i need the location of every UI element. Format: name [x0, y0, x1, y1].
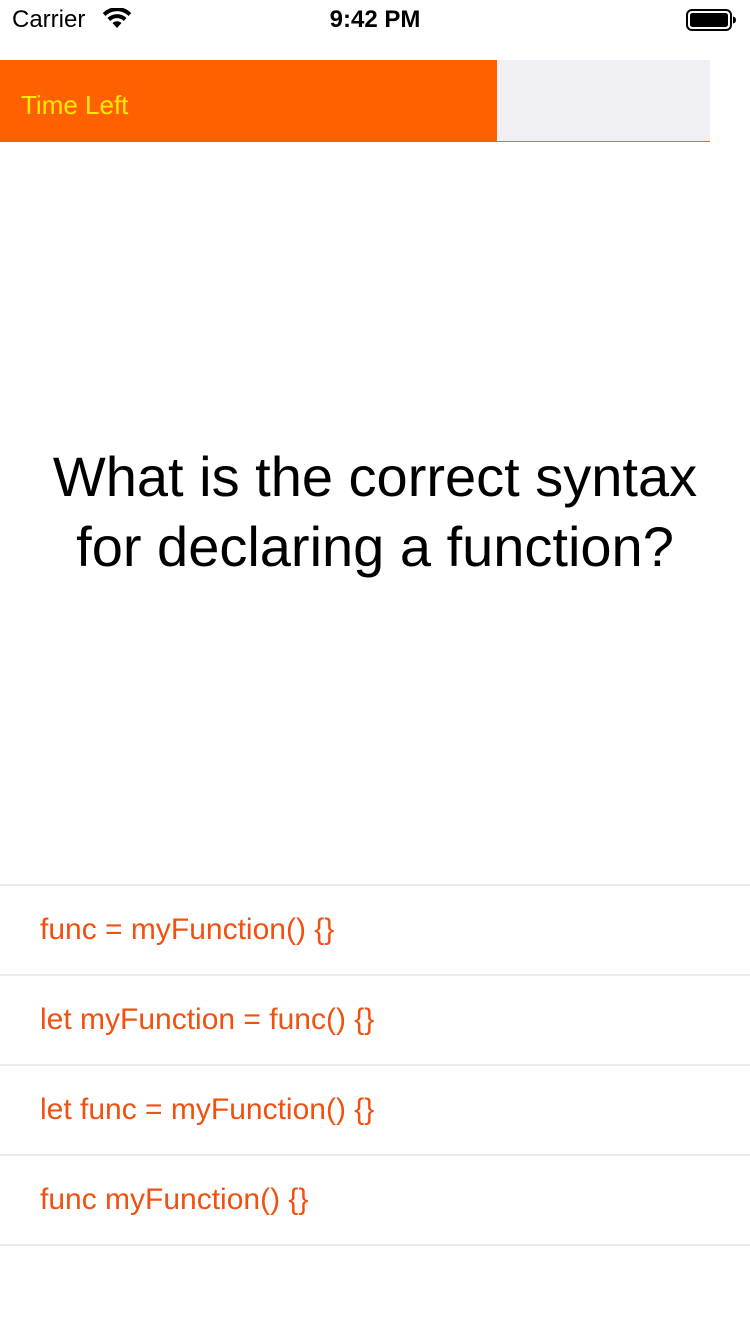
status-clock: 9:42 PM — [329, 6, 421, 33]
answer-list: func = myFunction() {} let myFunction = … — [0, 884, 750, 1246]
timer-label: Time Left — [21, 90, 129, 120]
battery-icon — [686, 9, 736, 31]
answer-option-2[interactable]: let myFunction = func() {} — [0, 976, 750, 1066]
answer-option-1[interactable]: func = myFunction() {} — [0, 886, 750, 976]
question-text: What is the correct syntax for declaring… — [52, 445, 698, 578]
answer-option-3[interactable]: let func = myFunction() {} — [0, 1066, 750, 1156]
status-bar: Carrier 9:42 PM — [0, 0, 750, 40]
answer-option-4[interactable]: func myFunction() {} — [0, 1156, 750, 1246]
